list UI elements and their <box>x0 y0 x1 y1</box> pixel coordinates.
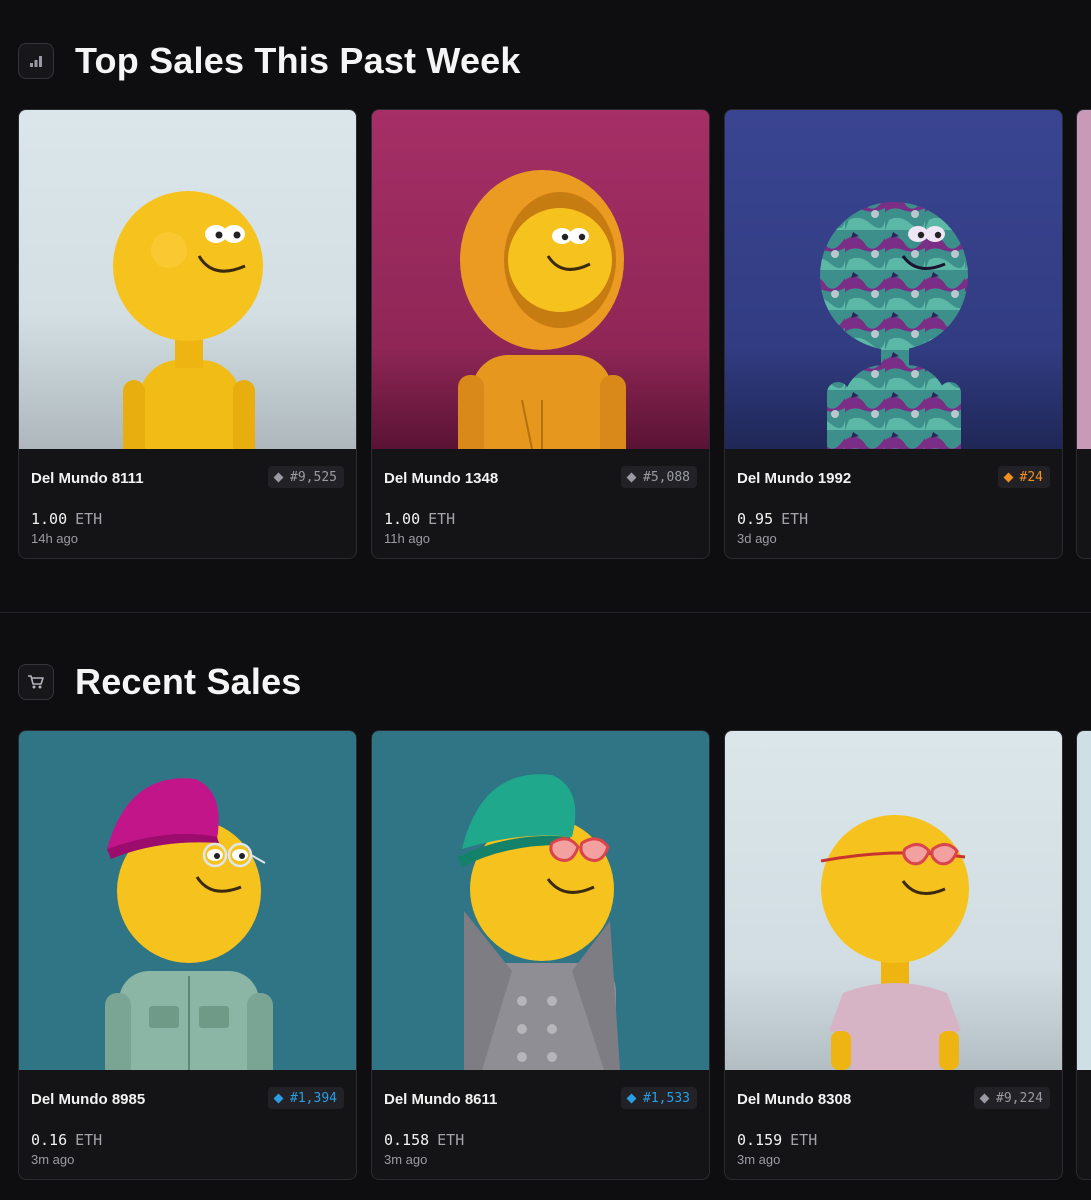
rank-value: #1,533 <box>643 1090 690 1106</box>
diamond-icon <box>979 1093 990 1103</box>
top-sales-carousel: Del Mundo 8111 #9,525 1.00 ETH 14h ago D… <box>18 109 1091 559</box>
diamond-icon <box>626 1093 637 1103</box>
nft-artwork <box>372 731 709 1070</box>
rarity-rank-badge: #1,533 <box>621 1087 697 1109</box>
price-amount: 0.95 <box>737 510 774 528</box>
rank-value: #9,525 <box>290 469 337 485</box>
nft-card-peek[interactable] <box>1076 730 1091 1180</box>
nft-name: Del Mundo 1348 <box>384 470 499 487</box>
top-sales-section: Top Sales This Past Week Del Mundo 8111 … <box>0 0 1091 612</box>
nft-name: Del Mundo 8985 <box>31 1091 146 1108</box>
sale-time: 14h ago <box>31 531 78 546</box>
sale-price: 0.159 ETH <box>737 1131 817 1149</box>
nft-name: Del Mundo 8611 <box>384 1091 498 1108</box>
nft-artwork <box>19 731 356 1070</box>
nft-artwork <box>1077 731 1091 1070</box>
nft-name: Del Mundo 1992 <box>737 470 852 487</box>
recent-sales-carousel: Del Mundo 8985 #1,394 0.16 ETH 3m ago De… <box>18 730 1091 1180</box>
rarity-rank-badge: #24 <box>997 466 1050 488</box>
rank-value: #9,224 <box>996 1090 1043 1106</box>
sale-time: 3d ago <box>737 531 777 546</box>
shopping-cart-icon <box>18 664 54 700</box>
sale-time: 3m ago <box>31 1152 75 1167</box>
price-currency: ETH <box>75 1131 103 1149</box>
sale-price: 0.16 ETH <box>31 1131 102 1149</box>
sale-price: 1.00 ETH <box>31 510 102 528</box>
recent-sales-header: Recent Sales <box>18 661 302 703</box>
nft-artwork <box>19 110 356 449</box>
price-amount: 1.00 <box>31 510 68 528</box>
nft-card[interactable]: Del Mundo 8985 #1,394 0.16 ETH 3m ago <box>18 730 357 1180</box>
nft-artwork <box>372 110 709 449</box>
price-amount: 0.159 <box>737 1131 783 1149</box>
price-currency: ETH <box>428 510 456 528</box>
nft-artwork <box>725 110 1062 449</box>
nft-name: Del Mundo 8111 <box>31 470 144 487</box>
diamond-icon <box>1003 472 1013 482</box>
rank-value: #5,088 <box>643 469 690 485</box>
sale-time: 3m ago <box>384 1152 428 1167</box>
top-sales-header: Top Sales This Past Week <box>18 40 521 82</box>
nft-name: Del Mundo 8308 <box>737 1091 852 1108</box>
diamond-icon <box>273 472 284 482</box>
section-title: Top Sales This Past Week <box>75 40 521 81</box>
price-currency: ETH <box>75 510 103 528</box>
nft-card[interactable]: Del Mundo 8611 #1,533 0.158 ETH 3m ago <box>371 730 710 1180</box>
price-currency: ETH <box>790 1131 818 1149</box>
price-currency: ETH <box>437 1131 465 1149</box>
rarity-rank-badge: #9,525 <box>268 466 344 488</box>
price-amount: 1.00 <box>384 510 421 528</box>
nft-card[interactable]: Del Mundo 8308 #9,224 0.159 ETH 3m ago <box>724 730 1063 1180</box>
rarity-rank-badge: #5,088 <box>621 466 697 488</box>
sale-time: 3m ago <box>737 1152 781 1167</box>
nft-card-peek[interactable] <box>1076 109 1091 559</box>
section-title: Recent Sales <box>75 661 302 702</box>
rarity-rank-badge: #9,224 <box>974 1087 1050 1109</box>
nft-card[interactable]: Del Mundo 8111 #9,525 1.00 ETH 14h ago <box>18 109 357 559</box>
bar-chart-icon <box>18 43 54 79</box>
rank-value: #24 <box>1019 469 1043 485</box>
sale-price: 1.00 ETH <box>384 510 455 528</box>
nft-card[interactable]: Del Mundo 1348 #5,088 1.00 ETH 11h ago <box>371 109 710 559</box>
sale-price: 0.158 ETH <box>384 1131 464 1149</box>
price-amount: 0.158 <box>384 1131 430 1149</box>
recent-sales-section: Recent Sales Del Mundo 8985 #1,394 0.16 … <box>0 613 1091 1200</box>
nft-artwork <box>1077 110 1091 449</box>
price-amount: 0.16 <box>31 1131 68 1149</box>
sale-price: 0.95 ETH <box>737 510 808 528</box>
diamond-icon <box>626 472 637 482</box>
nft-card[interactable]: Del Mundo 1992 #24 0.95 ETH 3d ago <box>724 109 1063 559</box>
diamond-icon <box>273 1093 284 1103</box>
rank-value: #1,394 <box>290 1090 337 1106</box>
price-currency: ETH <box>781 510 809 528</box>
rarity-rank-badge: #1,394 <box>268 1087 344 1109</box>
nft-artwork <box>725 731 1062 1070</box>
sale-time: 11h ago <box>384 531 431 546</box>
